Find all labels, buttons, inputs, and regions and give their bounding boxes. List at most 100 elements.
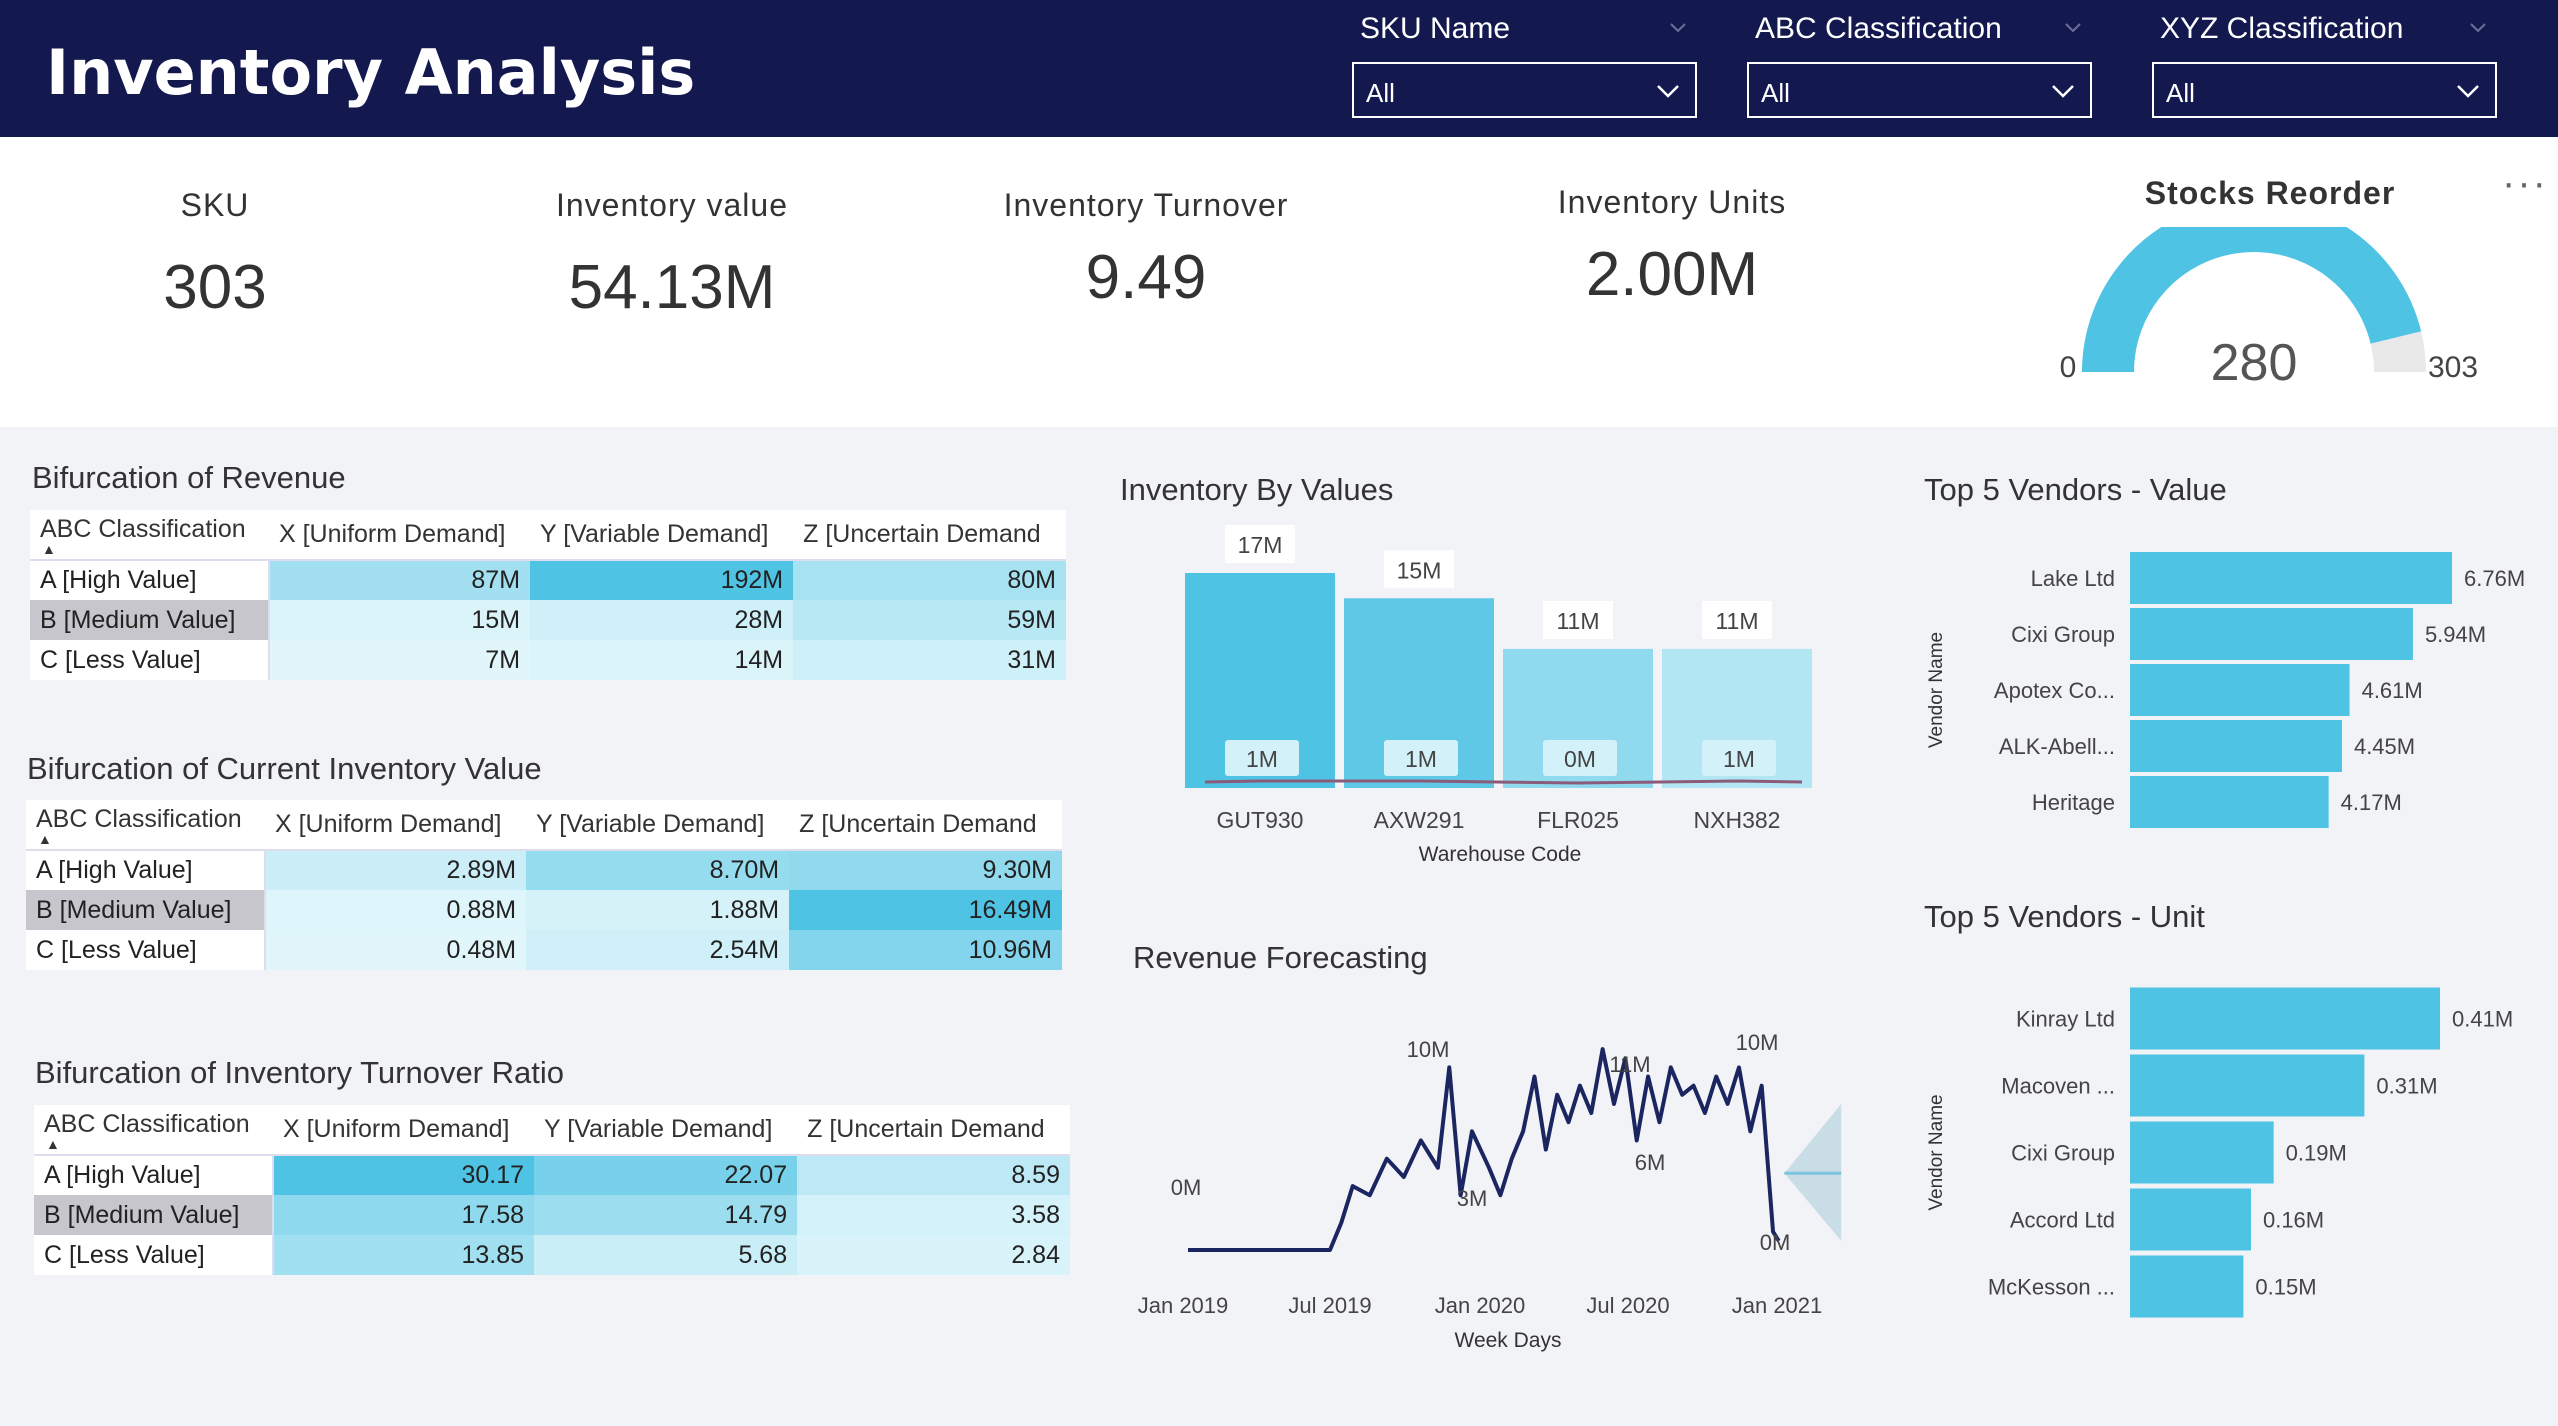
table-cell[interactable]: 22.07 [534,1155,798,1195]
table-cell[interactable]: 28M [530,600,794,640]
table-cell[interactable]: 0.48M [264,930,527,970]
table-cell[interactable]: 10.96M [789,930,1062,970]
kpi-card-inventory-units[interactable]: Inventory Units 2.00M [1502,184,1842,310]
revenue-forecasting-chart[interactable]: 0M 10M 3M 11M 6M 10M 0M Jan 2019 Jul 2019 Jan 202… [1120,1000,1880,1370]
inventory-value-matrix[interactable]: ABC Classification ▲ X [Uniform Demand] Y [… [26,800,1062,970]
table-cell[interactable]: 3.58 [797,1195,1070,1235]
row-header[interactable]: B [Medium Value] [30,600,270,640]
table-cell[interactable]: 14.79 [534,1195,798,1235]
row-header[interactable]: B [Medium Value] [26,890,266,930]
row-header[interactable]: C [Less Value] [30,640,270,680]
table-cell[interactable]: 15M [268,600,531,640]
turnover-matrix[interactable]: ABC Classification ▲ X [Uniform Demand] Y [… [34,1105,1070,1275]
table-cell[interactable]: 13.85 [272,1235,535,1275]
column-header[interactable]: ABC Classification ▲ [26,800,265,851]
bar[interactable] [2130,1255,2244,1318]
x-axis-title: Warehouse Code [1419,843,1582,866]
table-row[interactable]: C [Less Value] 13.85 5.68 2.84 [34,1235,1070,1275]
bar[interactable] [2130,608,2413,660]
bar[interactable] [2130,664,2350,716]
table-cell[interactable]: 80M [793,560,1066,600]
table-cell[interactable]: 1.88M [526,890,790,930]
category-label: Heritage [2032,790,2115,815]
xyz-classification-dropdown[interactable]: All [2152,62,2497,118]
table-row[interactable]: C [Less Value] 0.48M 2.54M 10.96M [26,930,1062,970]
sku-name-dropdown[interactable]: All [1352,62,1697,118]
chevron-down-icon [2052,85,2074,98]
table-cell[interactable]: 7M [268,640,531,680]
table-cell[interactable]: 2.89M [264,850,527,890]
table-row[interactable]: A [High Value] 30.17 22.07 8.59 [34,1155,1070,1195]
column-header[interactable]: ABC Classification ▲ [34,1105,273,1156]
inventory-by-values-chart[interactable]: 17M 1M GUT930 15M 1M AXW291 11M 0M FLR025 11M 1M NX… [1150,520,1850,870]
kpi-card-inventory-value[interactable]: Inventory value 54.13M [522,187,822,323]
table-cell[interactable]: 8.70M [526,850,790,890]
data-label: 0.31M [2376,1074,2437,1099]
category-label: McKesson ... [1988,1275,2115,1300]
row-header[interactable]: A [High Value] [26,850,266,890]
chevron-down-icon[interactable] [1667,16,1689,38]
column-header-label: X [Uniform Demand] [274,810,502,838]
table-row[interactable]: A [High Value] 2.89M 8.70M 9.30M [26,850,1062,890]
table-row[interactable]: B [Medium Value] 0.88M 1.88M 16.49M [26,890,1062,930]
revenue-matrix[interactable]: ABC Classification ▲ X [Uniform Demand] Y [… [30,510,1066,680]
top-vendors-unit-chart[interactable]: Kinray Ltd 0.41M Macoven ... 0.31M Cixi Grou… [1900,975,2550,1335]
column-header[interactable]: ABC Classification ▲ [30,510,269,561]
sort-ascending-icon[interactable]: ▲ [42,542,259,556]
abc-classification-dropdown[interactable]: All [1747,62,2092,118]
kpi-value: 303 [163,253,267,322]
column-header[interactable]: Y [Variable Demand] [534,1105,798,1156]
slicer-value: All [2166,78,2195,108]
table-cell[interactable]: 17.58 [272,1195,535,1235]
table-cell[interactable]: 2.54M [526,930,790,970]
table-row[interactable]: A [High Value] 87M 192M 80M [30,560,1066,600]
table-cell[interactable]: 31M [793,640,1066,680]
sort-ascending-icon[interactable]: ▲ [46,1137,263,1151]
table-cell[interactable]: 0.88M [264,890,527,930]
row-header[interactable]: C [Less Value] [26,930,266,970]
sort-ascending-icon[interactable]: ▲ [38,832,255,846]
column-header[interactable]: X [Uniform Demand] [272,1105,535,1156]
table-row[interactable]: B [Medium Value] 15M 28M 59M [30,600,1066,640]
table-cell[interactable]: 9.30M [789,850,1062,890]
column-header[interactable]: Z [Uncertain Demand [797,1105,1070,1156]
data-label: 0M [1760,1230,1791,1255]
chevron-down-icon[interactable] [2062,16,2084,38]
table-row[interactable]: B [Medium Value] 17.58 14.79 3.58 [34,1195,1070,1235]
table-row[interactable]: C [Less Value] 7M 14M 31M [30,640,1066,680]
bar[interactable] [2130,987,2440,1050]
bar[interactable] [2130,720,2342,772]
table-cell[interactable]: 2.84 [797,1235,1070,1275]
stocks-reorder-gauge[interactable]: 280 0 303 [2040,227,2500,427]
chevron-down-icon[interactable] [2467,16,2489,38]
kpi-card-sku[interactable]: SKU 303 [115,187,315,323]
table-cell[interactable]: 192M [530,560,794,600]
bar[interactable] [2130,1188,2251,1251]
row-header[interactable]: C [Less Value] [34,1235,274,1275]
row-header[interactable]: B [Medium Value] [34,1195,274,1235]
table-cell[interactable]: 5.68 [534,1235,798,1275]
kpi-card-stocks-reorder[interactable]: Stocks Reorder [2110,175,2430,212]
bar[interactable] [2130,552,2452,604]
more-options-icon[interactable]: ··· [2502,161,2548,206]
column-header[interactable]: Z [Uncertain Demand [793,510,1066,561]
row-header[interactable]: A [High Value] [34,1155,274,1195]
row-header[interactable]: A [High Value] [30,560,270,600]
column-header[interactable]: Y [Variable Demand] [530,510,794,561]
column-header[interactable]: Z [Uncertain Demand [789,800,1062,851]
table-cell[interactable]: 14M [530,640,794,680]
table-cell[interactable]: 87M [268,560,531,600]
top-vendors-value-chart[interactable]: Lake Ltd 6.76M Cixi Group 5.94M Apotex Co...… [1900,540,2550,860]
table-cell[interactable]: 59M [793,600,1066,640]
table-cell[interactable]: 16.49M [789,890,1062,930]
bar[interactable] [2130,1121,2274,1184]
column-header[interactable]: X [Uniform Demand] [268,510,531,561]
bar[interactable] [2130,776,2329,828]
page-title: Inventory Analysis [46,36,696,109]
column-header[interactable]: Y [Variable Demand] [526,800,790,851]
bar[interactable] [2130,1054,2365,1117]
kpi-card-inventory-turnover[interactable]: Inventory Turnover 9.49 [966,187,1326,313]
column-header[interactable]: X [Uniform Demand] [264,800,527,851]
table-cell[interactable]: 30.17 [272,1155,535,1195]
table-cell[interactable]: 8.59 [797,1155,1070,1195]
